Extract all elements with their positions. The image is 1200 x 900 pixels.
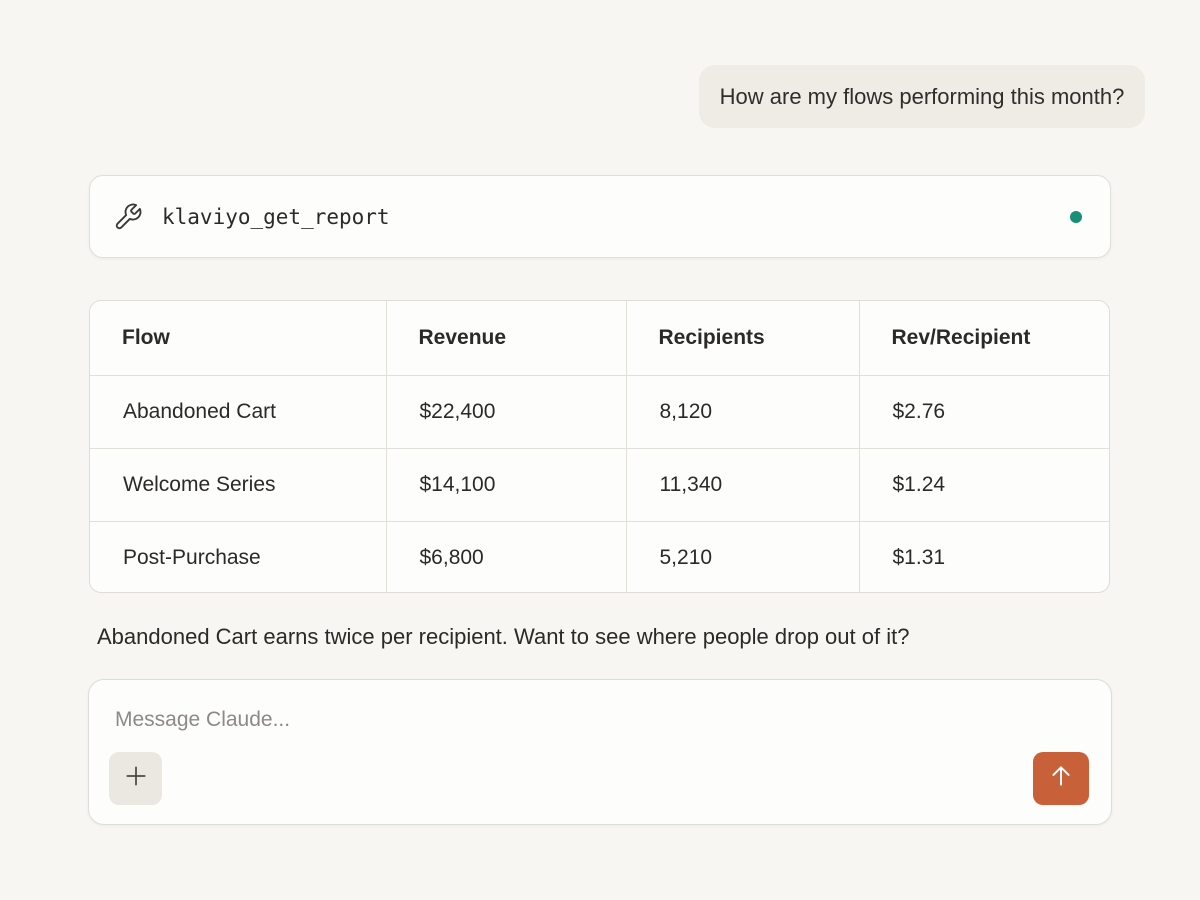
assistant-message-text: Abandoned Cart earns twice per recipient… [97,624,910,649]
tool-name: klaviyo_get_report [162,204,390,229]
column-header-flow: Flow [90,301,387,376]
table-cell: $22,400 [386,375,627,449]
send-button[interactable] [1033,752,1089,805]
table-cell: Welcome Series [90,448,387,522]
arrow-up-icon [1048,763,1074,794]
table-row: Abandoned Cart $22,400 8,120 $2.76 [90,375,1109,449]
table-cell: $14,100 [386,448,627,522]
table-cell: Abandoned Cart [90,375,387,449]
column-header-recipients: Recipients [626,301,860,376]
column-header-rev-per-recipient: Rev/Recipient [859,301,1109,376]
user-message-text: How are my flows performing this month? [719,83,1125,109]
table-cell: $1.31 [892,545,946,569]
chat-page: How are my flows performing this month? … [0,0,1200,900]
tool-call-card[interactable]: klaviyo_get_report [89,175,1111,258]
table-cell: 11,340 [626,448,860,522]
table-header-row: Flow Revenue Recipients Rev/Recipient [90,301,1109,376]
table-row: Welcome Series $14,100 11,340 $1.24 [90,448,1109,522]
wrench-icon [112,201,144,233]
table-cell: $6,800 [386,521,627,592]
user-message-bubble: How are my flows performing this month? [699,65,1145,128]
table-cell: 8,120 [626,375,860,449]
column-header-revenue: Revenue [386,301,627,376]
message-input[interactable] [115,708,1015,732]
add-attachment-button[interactable] [109,752,162,805]
plus-icon [123,763,149,794]
report-table-card: Flow Revenue Recipients Rev/Recipient Ab… [89,300,1110,593]
status-dot [1070,210,1082,223]
table-cell: Post-Purchase [90,521,387,592]
table-cell: $1.24 [859,448,1109,522]
table-cell: $2.76 [859,375,1109,449]
message-composer [88,679,1112,825]
report-table: Flow Revenue Recipients Rev/Recipient Ab… [90,301,1109,592]
table-row: Post-Purchase $6,800 5,210 $1.31 [90,521,1109,592]
table-cell: 5,210 [626,521,860,592]
